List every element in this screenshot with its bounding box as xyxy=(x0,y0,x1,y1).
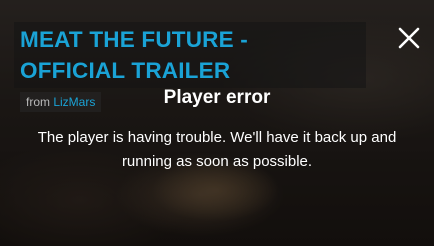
close-icon xyxy=(398,27,420,49)
video-player: MEAT THE FUTURE - OFFICIAL TRAILER from … xyxy=(0,0,434,246)
video-title[interactable]: MEAT THE FUTURE - OFFICIAL TRAILER xyxy=(20,24,320,86)
close-button[interactable] xyxy=(396,25,422,51)
error-title: Player error xyxy=(163,87,271,108)
error-message: The player is having trouble. We'll have… xyxy=(37,129,397,170)
